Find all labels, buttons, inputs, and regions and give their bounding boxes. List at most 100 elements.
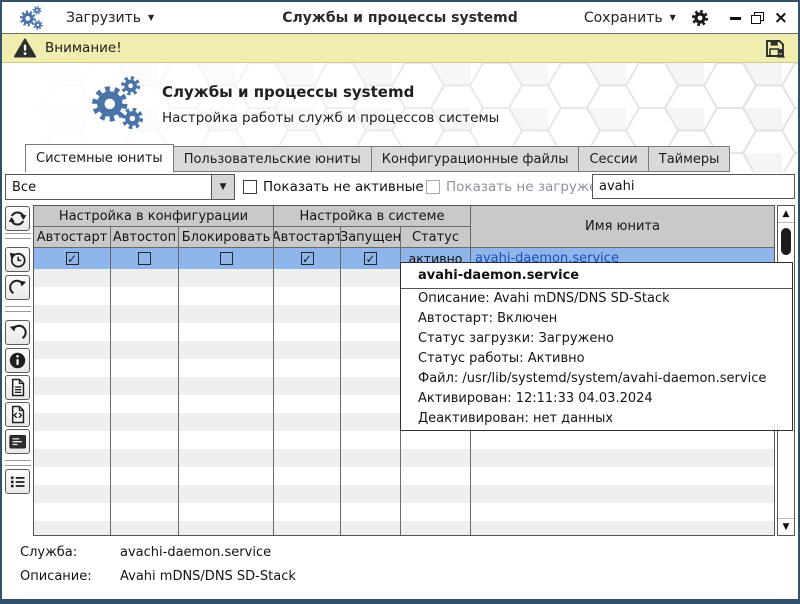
history-button[interactable] bbox=[5, 247, 30, 272]
info-button[interactable] bbox=[5, 348, 30, 373]
table-row[interactable] bbox=[34, 485, 774, 503]
document-icon bbox=[7, 377, 28, 398]
table-row[interactable] bbox=[34, 503, 774, 521]
scroll-up-button[interactable]: ▲ bbox=[778, 206, 794, 223]
table-row[interactable] bbox=[34, 467, 774, 485]
column-header-unit-name[interactable]: Имя юнита bbox=[471, 206, 774, 248]
page-title: Службы и процессы systemd bbox=[162, 83, 414, 101]
table-cell bbox=[401, 431, 471, 449]
table-cell bbox=[341, 287, 401, 305]
side-toolbar bbox=[4, 203, 33, 496]
tooltip-line: Описание: Avahi mDNS/DNS SD-Stack bbox=[401, 289, 792, 309]
table-cell bbox=[111, 359, 179, 377]
table-row[interactable] bbox=[34, 431, 774, 449]
checkbox-checked[interactable]: ✓ bbox=[301, 252, 314, 265]
table-cell bbox=[274, 503, 341, 521]
toolbar-separator bbox=[5, 460, 31, 466]
refresh-button[interactable] bbox=[5, 206, 30, 231]
table-cell bbox=[471, 467, 774, 485]
tooltip-line: Статус загрузки: Загружено bbox=[401, 329, 792, 349]
table-cell bbox=[179, 449, 274, 467]
column-header-status[interactable]: Статус bbox=[401, 227, 471, 248]
column-header-running[interactable]: Запущен bbox=[341, 227, 401, 248]
checkbox-checked[interactable]: ✓ bbox=[364, 252, 377, 265]
table-cell bbox=[34, 341, 111, 359]
checkbox-unchecked[interactable] bbox=[220, 252, 233, 265]
table-cell bbox=[111, 503, 179, 521]
group-header-system: Настройка в системе bbox=[274, 206, 471, 227]
settings-button[interactable] bbox=[690, 8, 710, 28]
minimize-button[interactable] bbox=[730, 17, 741, 20]
edit-unit-file-button[interactable] bbox=[5, 402, 30, 427]
table-cell bbox=[111, 449, 179, 467]
tab-sessions[interactable]: Сессии bbox=[578, 146, 648, 172]
scrollbar-thumb[interactable] bbox=[781, 228, 791, 255]
save-button-label: Сохранить bbox=[584, 10, 663, 26]
tooltip-title: avahi-daemon.service bbox=[401, 263, 792, 289]
maximize-button[interactable] bbox=[751, 12, 764, 24]
table-cell bbox=[179, 341, 274, 359]
table-cell bbox=[471, 503, 774, 521]
undo-button[interactable] bbox=[5, 320, 30, 345]
table-cell bbox=[179, 395, 274, 413]
show-inactive-checkbox[interactable] bbox=[243, 180, 257, 194]
chevron-down-icon: ▼ bbox=[211, 175, 234, 199]
journal-button[interactable] bbox=[5, 429, 30, 454]
table-cell bbox=[341, 377, 401, 395]
table-cell bbox=[341, 341, 401, 359]
table-cell bbox=[274, 449, 341, 467]
table-header: Настройка в конфигурации Настройка в сис… bbox=[34, 206, 774, 248]
table-cell bbox=[471, 431, 774, 449]
show-unloaded-checkbox[interactable] bbox=[426, 180, 440, 194]
close-button[interactable]: × bbox=[774, 12, 788, 24]
refresh-icon bbox=[7, 208, 28, 229]
tab-timers[interactable]: Таймеры bbox=[648, 146, 731, 172]
column-header-autostart-system[interactable]: Автостарт bbox=[274, 227, 341, 248]
column-header-autostop-config[interactable]: Автостоп bbox=[111, 227, 179, 248]
save-button[interactable]: Сохранить ▼ bbox=[584, 10, 676, 26]
filter-bar: Все ▼ Показать не активные Показать не з… bbox=[2, 172, 798, 203]
checkbox-checked[interactable]: ✓ bbox=[66, 252, 79, 265]
unit-tooltip: avahi-daemon.service Описание: Avahi mDN… bbox=[400, 262, 793, 431]
checkbox-unchecked[interactable] bbox=[138, 252, 151, 265]
warning-bar: Внимание! bbox=[2, 34, 798, 63]
save-file-button[interactable] bbox=[764, 37, 786, 59]
gear-icon bbox=[690, 8, 710, 28]
table-row[interactable] bbox=[34, 449, 774, 467]
tab-system-units[interactable]: Системные юниты bbox=[25, 144, 174, 172]
table-cell bbox=[341, 431, 401, 449]
table-cell bbox=[274, 287, 341, 305]
list-button[interactable] bbox=[5, 469, 30, 494]
table-cell bbox=[401, 521, 471, 536]
table-cell bbox=[274, 269, 341, 287]
redo-button[interactable] bbox=[5, 275, 30, 300]
scroll-down-button[interactable]: ▼ bbox=[778, 518, 794, 535]
table-cell bbox=[341, 323, 401, 341]
table-cell bbox=[111, 467, 179, 485]
table-cell bbox=[274, 359, 341, 377]
description-value: Avahi mDNS/DNS SD-Stack bbox=[120, 569, 296, 584]
table-cell bbox=[274, 377, 341, 395]
column-header-autostart-config[interactable]: Автостарт bbox=[34, 227, 111, 248]
table-cell bbox=[111, 413, 179, 431]
load-button[interactable]: Загрузить ▼ bbox=[66, 10, 154, 26]
table-row[interactable] bbox=[34, 521, 774, 536]
column-header-block[interactable]: Блокировать bbox=[179, 227, 274, 248]
service-value: avachi-daemon.service bbox=[120, 545, 271, 560]
table-cell bbox=[274, 467, 341, 485]
category-select[interactable]: Все ▼ bbox=[5, 174, 235, 200]
tab-config-files[interactable]: Конфигурационные файлы bbox=[371, 146, 580, 172]
console-icon bbox=[7, 431, 28, 452]
table-cell bbox=[179, 377, 274, 395]
table-cell bbox=[179, 248, 274, 269]
table-cell bbox=[274, 305, 341, 323]
view-file-button[interactable] bbox=[5, 375, 30, 400]
table-cell bbox=[111, 287, 179, 305]
table-cell bbox=[179, 521, 274, 536]
search-input[interactable] bbox=[592, 174, 795, 199]
table-cell bbox=[179, 287, 274, 305]
table-cell bbox=[111, 377, 179, 395]
table-cell bbox=[274, 431, 341, 449]
show-inactive-label: Показать не активные bbox=[263, 179, 424, 195]
tab-user-units[interactable]: Пользовательские юниты bbox=[173, 146, 372, 172]
